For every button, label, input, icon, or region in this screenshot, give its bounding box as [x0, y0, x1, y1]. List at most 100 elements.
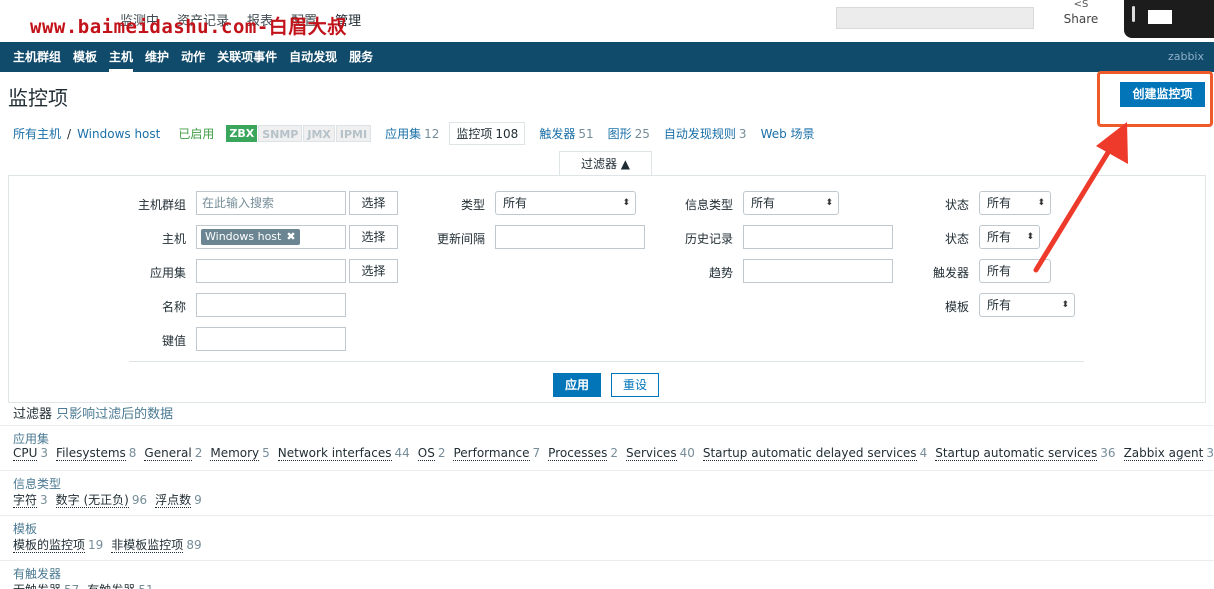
chip-remove-icon[interactable]: ✖: [286, 230, 295, 243]
state-select-value: 所有: [987, 196, 1012, 210]
nav-item-templates[interactable]: 模板: [67, 42, 103, 72]
subfilter-item-name: Processes: [548, 446, 608, 461]
share-icon: <S: [1073, 0, 1089, 10]
filter-toggle-tab[interactable]: 过滤器 ▲: [559, 151, 652, 176]
breadcrumb-host[interactable]: Windows host: [77, 127, 160, 141]
subfilter-section-with-triggers: 有触发器 无触发器57有触发器51: [0, 560, 1214, 589]
subfilter-item[interactable]: Startup automatic delayed services 4: [702, 446, 928, 461]
host-chip[interactable]: Windows host ✖: [201, 229, 300, 245]
subfilter-title: 过滤器 只影响过滤后的数据: [13, 403, 173, 422]
tab-web-scenarios[interactable]: Web 场景: [761, 125, 815, 142]
key-input[interactable]: [196, 327, 346, 351]
apply-button[interactable]: 应用: [553, 373, 601, 397]
subfilter-item[interactable]: 浮点数 9: [155, 491, 202, 508]
subfilter-item[interactable]: CPU 3: [13, 446, 49, 461]
tab-discovery-rules-label: 自动发现规则: [663, 127, 736, 141]
subfilter-item[interactable]: Filesystems 8: [56, 446, 136, 461]
host-group-label: 主机群组: [137, 198, 186, 212]
status-select-value: 所有: [987, 230, 1012, 244]
subfilter-item-name: Services: [625, 446, 677, 461]
host-group-select-button[interactable]: 选择: [349, 191, 398, 215]
breadcrumb-all-hosts[interactable]: 所有主机: [13, 125, 61, 142]
type-label: 类型: [460, 198, 485, 212]
subfilter-item[interactable]: 数字 (无正负) 96: [55, 491, 148, 508]
subfilter-hint: 只影响过滤后的数据: [56, 407, 174, 422]
subfilter-item[interactable]: 有触发器51: [87, 581, 154, 589]
badge-ipmi: IPMI: [335, 125, 372, 142]
tab-applications[interactable]: 应用集 12: [385, 125, 439, 142]
host-chip-label: Windows host: [205, 230, 282, 243]
nav-item-maintenance[interactable]: 维护: [139, 42, 175, 72]
subfilter-item-name: 浮点数: [155, 493, 192, 508]
info-type-select[interactable]: 所有 ⬍: [743, 191, 839, 215]
subfilter-item-name: Startup automatic delayed services: [702, 446, 917, 461]
nav-item-discovery[interactable]: 自动发现: [283, 42, 343, 72]
tab-triggers[interactable]: 触发器 51: [539, 125, 593, 142]
select-arrow-icon: ⬍: [622, 198, 630, 208]
subfilter-item[interactable]: 模板的监控项 19: [13, 536, 103, 553]
state-label: 状态: [944, 198, 969, 212]
subfilter-item[interactable]: Services 40: [625, 446, 695, 461]
tab-discovery-rules[interactable]: 自动发现规则 3: [664, 125, 747, 142]
key-label: 键值: [161, 334, 186, 348]
name-input[interactable]: [196, 293, 346, 317]
tab-items[interactable]: 监控项 108: [449, 122, 526, 145]
subfilter-item[interactable]: Performance 7: [453, 446, 540, 461]
nav-item-hosts[interactable]: 主机: [103, 42, 139, 72]
update-interval-label: 更新间隔: [436, 232, 485, 246]
breadcrumb-separator: /: [67, 126, 72, 141]
page-title: 监控项: [8, 86, 68, 110]
subfilter-item[interactable]: 非模板监控项 89: [111, 536, 202, 553]
select-arrow-icon: ⬍: [825, 198, 833, 208]
share-button[interactable]: <S Share: [1056, 0, 1106, 30]
triggers-label: 触发器: [932, 266, 969, 280]
history-input[interactable]: [743, 225, 893, 249]
subfilter-item[interactable]: Memory 5: [210, 446, 270, 461]
top-search-input[interactable]: [836, 7, 1034, 29]
badge-zbx: ZBX: [226, 125, 258, 142]
filter-panel: 主机群组 在此输入搜索 选择 主机 Windows host ✖ 选择 应用集 选…: [8, 175, 1206, 403]
subfilter-item-count: 3: [1206, 446, 1214, 460]
subfilter-item-name: Memory: [210, 446, 260, 461]
host-status[interactable]: 已启用: [178, 125, 214, 142]
nav-item-correlation[interactable]: 关联项事件: [211, 42, 283, 72]
subfilter-item-name: Filesystems: [56, 446, 126, 461]
subfilter-item-count: 96: [131, 493, 148, 507]
subfilter-item[interactable]: General 2: [144, 446, 202, 461]
subfilter-item[interactable]: Startup automatic services 36: [935, 446, 1116, 461]
nav-item-actions[interactable]: 动作: [175, 42, 211, 72]
tab-graphs[interactable]: 图形 25: [608, 125, 650, 142]
subfilter-item[interactable]: 字符 3: [13, 491, 48, 508]
tab-discovery-rules-count: 3: [738, 127, 747, 141]
subfilter-item[interactable]: OS 2: [417, 446, 445, 461]
subfilter-item-name: CPU: [13, 446, 38, 461]
trends-label: 趋势: [708, 266, 733, 280]
update-interval-input[interactable]: [495, 225, 645, 249]
type-select[interactable]: 所有 ⬍: [495, 191, 636, 215]
application-select-button[interactable]: 选择: [349, 259, 398, 283]
template-select[interactable]: 所有 ⬍: [979, 293, 1075, 317]
select-arrow-icon: ⬍: [1061, 300, 1069, 310]
nav-item-services[interactable]: 服务: [343, 42, 379, 72]
reset-button[interactable]: 重设: [611, 373, 659, 397]
subfilter-item-count: 89: [186, 538, 202, 552]
application-input[interactable]: [196, 259, 346, 283]
subfilter-item-count: 4: [919, 446, 928, 460]
subfilter-item-count: 44: [394, 446, 410, 460]
subfilter-item[interactable]: 无触发器57: [13, 581, 79, 589]
tab-triggers-count: 51: [578, 127, 594, 141]
subfilter-item-count: 57: [64, 583, 79, 589]
subfilter-item[interactable]: Network interfaces 44: [277, 446, 410, 461]
host-select-button[interactable]: 选择: [349, 225, 398, 249]
subfilter-item-count: 3: [40, 446, 49, 460]
host-multiselect[interactable]: Windows host ✖: [196, 225, 346, 249]
subfilter-heading: 模板: [13, 522, 38, 536]
annotation-highlight-box: [1097, 71, 1213, 127]
subfilter-item[interactable]: Processes 2: [548, 446, 618, 461]
subfilter-items: CPU 3 Filesystems 8 General 2 Memory 5 Network i…: [13, 446, 1214, 461]
host-group-input[interactable]: 在此输入搜索: [196, 191, 346, 215]
nav-item-host-groups[interactable]: 主机群组: [7, 42, 67, 72]
subfilter-item-count: 19: [88, 538, 104, 552]
subfilter-item[interactable]: Zabbix agent 3: [1123, 446, 1214, 461]
trends-input[interactable]: [743, 259, 893, 283]
